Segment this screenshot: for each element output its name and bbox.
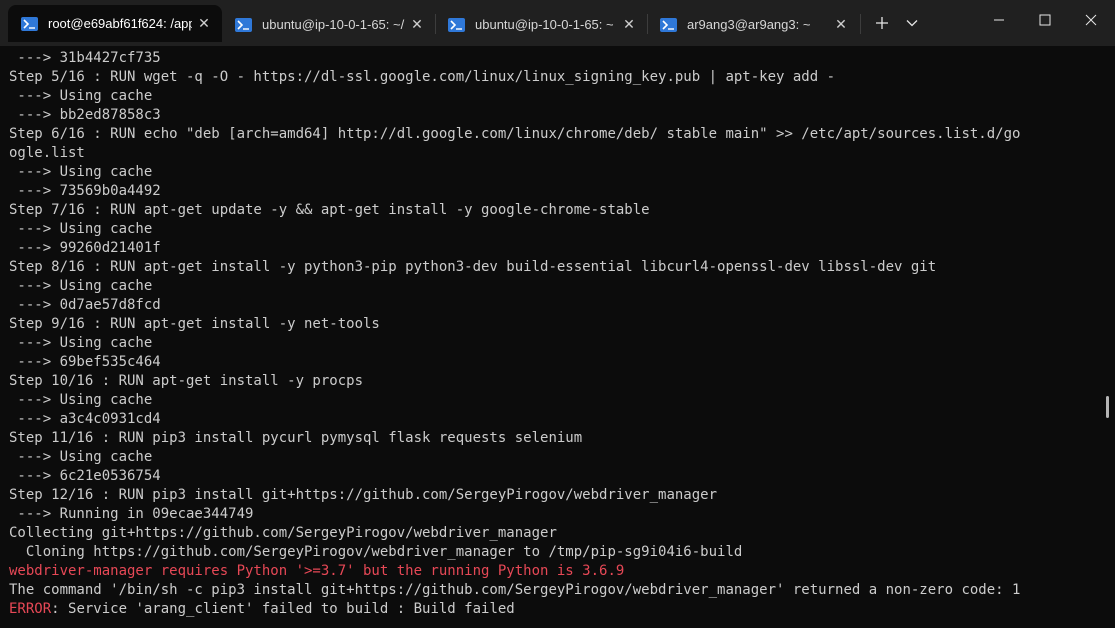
tab-title: ubuntu@ip-10-0-1-65: ~	[475, 17, 614, 32]
title-bar: root@e69abf61f624: /app ✕ ubuntu@ip-10-0…	[0, 0, 1115, 46]
terminal-line: Step 5/16 : RUN wget -q -O - https://dl-…	[9, 69, 836, 85]
tab-divider	[860, 14, 861, 34]
terminal-line: ---> Using cache	[9, 335, 153, 351]
terminal-line: Step 10/16 : RUN apt-get install -y proc…	[9, 373, 364, 389]
terminal-line: ---> 0d7ae57d8fcd	[9, 297, 161, 313]
terminal-line: The command '/bin/sh -c pip3 install git…	[9, 582, 1021, 598]
terminal-line: Step 8/16 : RUN apt-get install -y pytho…	[9, 259, 937, 275]
error-label: ERROR	[9, 601, 52, 617]
powershell-prompt-icon	[21, 16, 38, 31]
close-icon[interactable]: ✕	[829, 13, 853, 37]
tab-ubuntu-2[interactable]: ubuntu@ip-10-0-1-65: ~ ✕	[435, 7, 647, 42]
terminal-output[interactable]: ---> 31b4427cf735 Step 5/16 : RUN wget -…	[9, 49, 1099, 624]
terminal-line: Step 9/16 : RUN apt-get install -y net-t…	[9, 316, 380, 332]
tab-title: root@e69abf61f624: /app	[48, 16, 192, 31]
terminal-error-line: ERROR: Service 'arang_client' failed to …	[9, 600, 1099, 619]
terminal-line: Step 6/16 : RUN echo "deb [arch=amd64] h…	[9, 126, 1021, 142]
tab-ubuntu-1[interactable]: ubuntu@ip-10-0-1-65: ~/ ✕	[222, 7, 435, 42]
terminal-line: ---> 99260d21401f	[9, 240, 161, 256]
tab-ar9ang3[interactable]: ar9ang3@ar9ang3: ~ ✕	[647, 7, 859, 42]
terminal-line: Step 11/16 : RUN pip3 install pycurl pym…	[9, 430, 583, 446]
close-icon[interactable]	[1068, 0, 1114, 40]
tab-root-app[interactable]: root@e69abf61f624: /app ✕	[8, 5, 222, 42]
powershell-prompt-icon	[235, 17, 252, 32]
dropdown-icon[interactable]	[898, 8, 926, 38]
terminal-line: ---> Running in 09ecae344749	[9, 506, 254, 522]
terminal-line: ---> Using cache	[9, 164, 153, 180]
powershell-prompt-icon	[448, 17, 465, 32]
tab-title: ubuntu@ip-10-0-1-65: ~/	[262, 17, 405, 32]
close-icon[interactable]: ✕	[192, 12, 216, 36]
terminal-line: ---> a3c4c0931cd4	[9, 411, 161, 427]
error-message: : Service 'arang_client' failed to build…	[51, 601, 515, 617]
terminal-line: ---> Using cache	[9, 449, 153, 465]
maximize-icon[interactable]	[1022, 0, 1068, 40]
terminal-line: ---> 69bef535c464	[9, 354, 161, 370]
terminal-line: ---> Using cache	[9, 278, 153, 294]
powershell-prompt-icon	[660, 17, 677, 32]
minimize-icon[interactable]	[976, 0, 1022, 40]
terminal-line: ---> Using cache	[9, 392, 153, 408]
terminal-line: Collecting git+https://github.com/Sergey…	[9, 525, 557, 541]
terminal-line: ---> Using cache	[9, 88, 153, 104]
terminal-line: ---> bb2ed87858c3	[9, 107, 161, 123]
terminal-line: ogle.list	[9, 145, 85, 161]
terminal-line: ---> 73569b0a4492	[9, 183, 161, 199]
terminal-line: ---> 31b4427cf735	[9, 50, 161, 66]
close-icon[interactable]: ✕	[617, 13, 641, 37]
scrollbar-thumb[interactable]	[1106, 396, 1109, 418]
terminal-line: ---> 6c21e0536754	[9, 468, 161, 484]
terminal-line: ---> Using cache	[9, 221, 153, 237]
close-icon[interactable]: ✕	[405, 13, 429, 37]
terminal-line: Step 12/16 : RUN pip3 install git+https:…	[9, 487, 718, 503]
new-tab-icon[interactable]	[868, 8, 896, 38]
terminal-line: Cloning https://github.com/SergeyPirogov…	[9, 544, 743, 560]
terminal-line: Step 7/16 : RUN apt-get update -y && apt…	[9, 202, 650, 218]
terminal-warning-line: webdriver-manager requires Python '>=3.7…	[9, 563, 625, 579]
tab-title: ar9ang3@ar9ang3: ~	[687, 17, 811, 32]
